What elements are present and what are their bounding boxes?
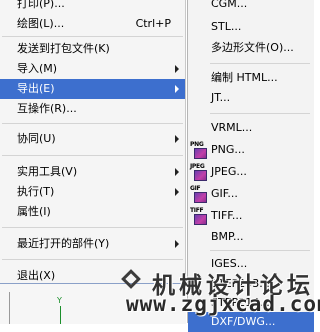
- menu-item-label: BMP...: [211, 230, 244, 243]
- submenu-arrow-icon: [175, 65, 179, 73]
- menu-item-label: GIF...: [211, 187, 238, 200]
- export-item-tiff[interactable]: TIFF TIFF...: [188, 206, 314, 226]
- menu-item-recent-parts[interactable]: 最近打开的部件(Y): [0, 234, 185, 254]
- icon-tag: TIFF: [190, 207, 204, 214]
- submenu-arrow-icon: [175, 188, 179, 196]
- export-item-bmp[interactable]: BMP...: [188, 227, 314, 247]
- image-thumbnail-icon: [194, 170, 207, 181]
- submenu-arrow-icon: [175, 135, 179, 143]
- menu-separator: [2, 123, 183, 124]
- export-item-polygon-file[interactable]: 多边形文件(O)...: [188, 38, 314, 58]
- export-item-cgm[interactable]: CGM...: [188, 0, 314, 14]
- submenu-arrow-icon: [175, 168, 179, 176]
- menu-item-label: VRML...: [211, 121, 253, 134]
- menu-separator: [2, 259, 183, 260]
- menu-item-shortcut: Ctrl+P: [135, 17, 171, 30]
- export-item-gif[interactable]: GIF GIF...: [188, 184, 314, 204]
- menu-item-execute[interactable]: 执行(T): [0, 182, 185, 202]
- menu-item-label: PNG...: [211, 143, 245, 156]
- icon-tag: GIF: [190, 185, 201, 192]
- menu-item-label: 编制 HTML...: [211, 71, 278, 84]
- png-file-icon: PNG: [190, 141, 207, 159]
- export-item-png[interactable]: PNG PNG...: [188, 140, 314, 160]
- tiff-file-icon: TIFF: [190, 207, 207, 225]
- y-axis-label: Y: [57, 296, 62, 305]
- menu-separator: [210, 250, 310, 251]
- menu-item-label: CGM...: [211, 0, 248, 10]
- menu-item-utilities[interactable]: 实用工具(V): [0, 162, 185, 182]
- menu-item-label: JT...: [211, 91, 231, 104]
- menu-item-label: STL...: [211, 20, 242, 33]
- image-thumbnail-icon: [194, 214, 207, 225]
- menu-item-label: 多边形文件(O)...: [211, 41, 294, 54]
- menu-separator: [2, 36, 183, 37]
- menu-item-interoperate[interactable]: 互操作(R)...: [0, 99, 185, 119]
- menu-item-label: 执行(T): [17, 185, 55, 198]
- menu-item-export[interactable]: 导出(E): [0, 79, 185, 99]
- y-axis-line: [60, 306, 61, 324]
- submenu-arrow-icon: [175, 240, 179, 248]
- image-thumbnail-icon: [194, 148, 207, 159]
- menu-item-label: 导出(E): [17, 82, 55, 95]
- menu-item-send-to-package[interactable]: 发送到打包文件(K): [0, 39, 185, 59]
- menu-item-label: 绘图(L)...: [17, 17, 65, 30]
- menu-item-label: 导入(M): [17, 62, 58, 75]
- menu-item-label: TIFF...: [211, 209, 243, 222]
- menu-separator: [2, 227, 183, 228]
- watermark-url: www.zgjxcad.com: [126, 292, 320, 316]
- menu-item-label: 属性(I): [17, 205, 51, 218]
- menu-separator: [210, 113, 310, 114]
- menu-item-collaborate[interactable]: 协同(U): [0, 129, 185, 149]
- menu-item-label: JPEG...: [211, 165, 247, 178]
- watermark: 机械设计论坛 www.zgjxcad.com: [106, 262, 320, 320]
- view-border: [9, 292, 10, 324]
- menu-separator: [210, 63, 310, 64]
- image-thumbnail-icon: [194, 192, 207, 203]
- menu-item-label: 最近打开的部件(Y): [17, 237, 110, 250]
- menu-item-label: 实用工具(V): [17, 165, 78, 178]
- menu-item-plot[interactable]: 绘图(L)... Ctrl+P: [0, 14, 185, 34]
- menu-item-print[interactable]: 打印(P)...: [0, 0, 185, 14]
- menu-item-label: 协同(U): [17, 132, 56, 145]
- menu-item-label: 互操作(R)...: [17, 102, 77, 115]
- menu-separator: [2, 155, 183, 156]
- export-item-stl[interactable]: STL...: [188, 17, 314, 37]
- icon-tag: JPEG: [190, 163, 205, 170]
- gif-file-icon: GIF: [190, 185, 207, 203]
- export-item-html[interactable]: 编制 HTML...: [188, 68, 314, 88]
- menu-item-label: 发送到打包文件(K): [17, 42, 110, 55]
- menu-item-import[interactable]: 导入(M): [0, 59, 185, 79]
- submenu-arrow-icon: [175, 85, 179, 93]
- menu-item-label: 打印(P)...: [17, 0, 65, 10]
- export-item-vrml[interactable]: VRML...: [188, 118, 314, 138]
- export-item-jpeg[interactable]: JPEG JPEG...: [188, 162, 314, 182]
- forum-logo-icon: [120, 268, 142, 290]
- jpeg-file-icon: JPEG: [190, 163, 207, 181]
- icon-tag: PNG: [190, 141, 204, 148]
- export-item-jt[interactable]: JT...: [188, 88, 314, 108]
- menu-item-properties[interactable]: 属性(I): [0, 202, 185, 222]
